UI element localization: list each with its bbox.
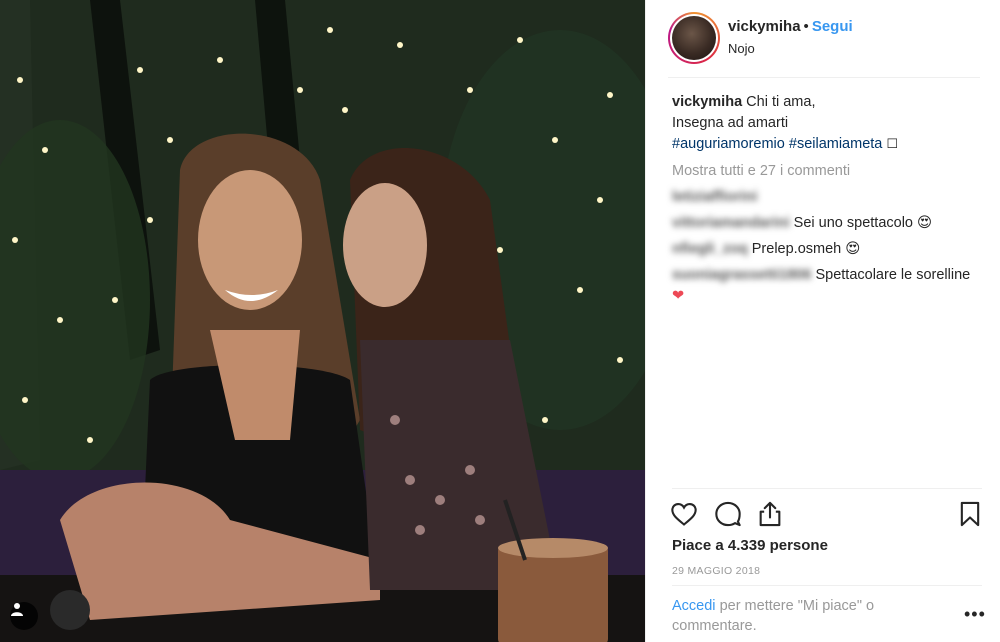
comment-username[interactable]: vittoriamandarini bbox=[672, 215, 790, 231]
login-link[interactable]: Accedi bbox=[672, 598, 716, 614]
comment-item: nfiegli_zoq Prelep.osmeh 😍 bbox=[672, 239, 982, 260]
avatar[interactable] bbox=[668, 12, 720, 64]
show-all-comments-link[interactable]: Mostra tutti e 27 i commenti bbox=[672, 161, 982, 182]
comment-item: letiziaffiorini bbox=[672, 187, 982, 208]
location-link[interactable]: Nojo bbox=[728, 41, 853, 56]
caption-username[interactable]: vickymiha bbox=[672, 94, 742, 110]
likes-count[interactable]: Piace a 4.339 persone bbox=[672, 537, 828, 554]
comment-item: suoniagrassetti1806 Spettacolare le sore… bbox=[672, 265, 982, 307]
caption-line-2: Insegna ad amarti bbox=[672, 115, 789, 131]
post-header: vickymiha • Segui Nojo bbox=[668, 12, 980, 78]
hashtag-link[interactable]: #auguriamoremio bbox=[672, 136, 785, 152]
comment-icon[interactable] bbox=[714, 500, 742, 528]
caption-end-glyph: ☐ bbox=[886, 137, 899, 152]
comment-text: Sei uno spettacolo bbox=[793, 215, 913, 231]
comment-item: vittoriamandarini Sei uno spettacolo 😍 bbox=[672, 213, 982, 234]
caption-line-1: Chi ti ama, bbox=[746, 94, 816, 110]
share-icon[interactable] bbox=[756, 500, 784, 528]
username-link[interactable]: vickymiha bbox=[728, 18, 801, 35]
action-bar bbox=[670, 500, 986, 530]
heart-eyes-emoji: 😍 bbox=[845, 241, 861, 257]
bookmark-icon[interactable] bbox=[956, 500, 984, 528]
post-sidebar: vickymiha • Segui Nojo vickymiha Chi ti am… bbox=[645, 0, 1000, 642]
separator-dot: • bbox=[803, 18, 809, 35]
login-prompt: Accedi per mettere "Mi piace" o commenta… bbox=[672, 596, 922, 636]
user-tag-button[interactable] bbox=[10, 602, 38, 630]
more-options-button[interactable]: ••• bbox=[964, 604, 986, 625]
comment-text: Prelep.osmeh bbox=[751, 241, 842, 257]
divider bbox=[672, 585, 982, 586]
comments-section: vickymiha Chi ti ama, Insegna ad amarti … bbox=[672, 92, 982, 307]
photo-illustration bbox=[0, 0, 645, 642]
post-photo[interactable] bbox=[0, 0, 645, 642]
hashtag-link[interactable]: #seilamiameta bbox=[789, 136, 883, 152]
comment-username[interactable]: nfiegli_zoq bbox=[672, 241, 748, 257]
heart-eyes-emoji: 😍 bbox=[917, 215, 933, 231]
comment-username[interactable]: suoniagrassetti1806 bbox=[672, 267, 811, 283]
post-date: 29 MAGGIO 2018 bbox=[672, 565, 761, 577]
red-heart-emoji: ❤ bbox=[672, 288, 685, 304]
heart-icon[interactable] bbox=[670, 500, 698, 528]
comment-text: Spettacolare le sorelline bbox=[815, 267, 971, 283]
comment-username[interactable]: letiziaffiorini bbox=[672, 189, 757, 205]
user-tag-icon bbox=[11, 603, 23, 616]
follow-button[interactable]: Segui bbox=[812, 18, 853, 35]
divider bbox=[672, 488, 982, 489]
caption: vickymiha Chi ti ama, Insegna ad amarti … bbox=[672, 92, 982, 155]
